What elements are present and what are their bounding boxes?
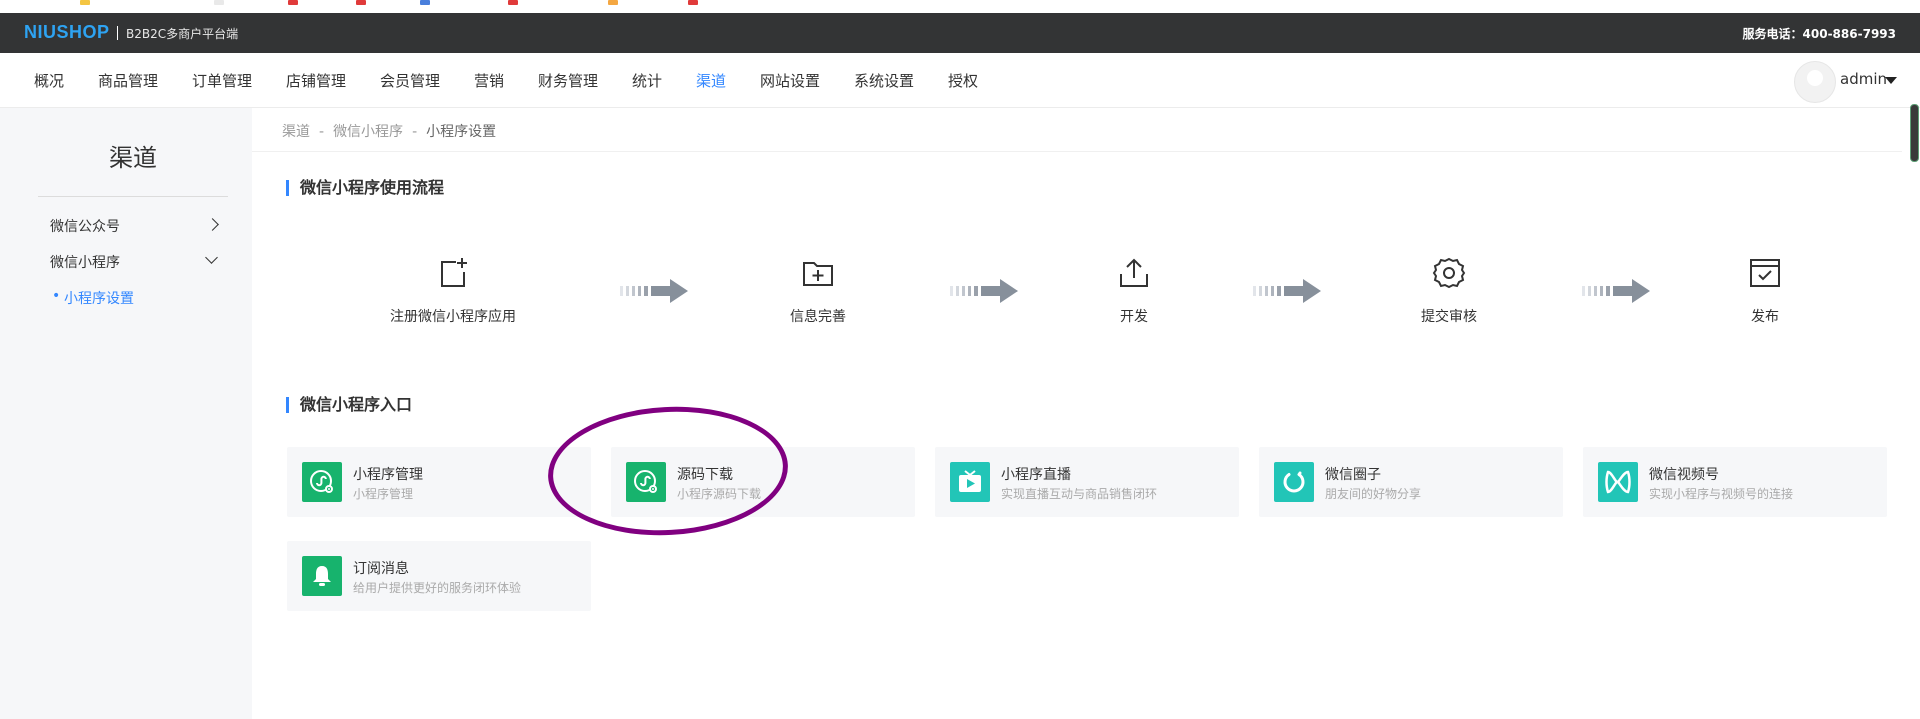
entry-card-miniprogram-management[interactable]: 小程序管理 小程序管理	[287, 447, 591, 517]
caret-down-icon[interactable]	[1885, 77, 1897, 84]
entry-card-video-channel[interactable]: 微信视频号 实现小程序与视频号的连接	[1583, 447, 1887, 517]
bell-icon	[302, 556, 342, 596]
entry-card-source-download[interactable]: 源码下载 小程序源码下载	[611, 447, 915, 517]
flow-step-label: 注册微信小程序应用	[390, 309, 516, 325]
video-channel-icon	[1598, 462, 1638, 502]
gear-icon	[1432, 257, 1466, 289]
entry-card-title: 订阅消息	[353, 561, 409, 577]
service-hotline: 服务电话：400-886-7993	[1742, 27, 1896, 41]
nav-item-finance[interactable]: 财务管理	[538, 70, 598, 91]
entry-card-title: 小程序管理	[353, 467, 423, 483]
entry-card-title: 源码下载	[677, 467, 733, 483]
register-app-icon	[441, 258, 467, 287]
breadcrumb-current: 小程序设置	[426, 124, 497, 140]
nav-item-members[interactable]: 会员管理	[380, 70, 440, 91]
nav-item-website-settings[interactable]: 网站设置	[760, 70, 820, 91]
niushop-logo[interactable]: NIUSHOP	[24, 22, 110, 43]
flow-step-develop: 开发	[1034, 256, 1234, 325]
scrollbar-track[interactable]	[1908, 108, 1920, 719]
entry-card-wechat-circle[interactable]: 微信圈子 朋友间的好物分享	[1259, 447, 1563, 517]
circle-refresh-icon	[1274, 462, 1314, 502]
entry-card-desc: 小程序管理	[353, 487, 414, 501]
breadcrumb-separator: -	[319, 124, 325, 140]
breadcrumb-link-miniprogram[interactable]: 微信小程序	[333, 124, 403, 140]
entry-card-miniprogram-live[interactable]: 小程序直播 实现直播互动与商品销售闭环	[935, 447, 1239, 517]
nav-item-channels[interactable]: 渠道	[696, 70, 726, 91]
breadcrumb: 渠道 - 微信小程序 - 小程序设置	[282, 121, 496, 141]
top-header: NIUSHOP B2B2C多商户平台端 服务电话：400-886-7993	[0, 13, 1920, 53]
flow-step-register: 注册微信小程序应用	[353, 256, 553, 325]
flow-step-label: 提交审核	[1421, 309, 1477, 325]
entry-card-desc: 朋友间的好物分享	[1325, 487, 1422, 501]
scrollbar-thumb[interactable]	[1910, 104, 1919, 162]
arrow-right-icon	[1253, 279, 1321, 303]
avatar[interactable]	[1794, 61, 1836, 103]
breadcrumb-link-channels[interactable]: 渠道	[282, 124, 310, 140]
flow-step-submit-review: 提交审核	[1349, 256, 1549, 325]
miniprogram-settings-icon	[626, 462, 666, 502]
nav-item-overview[interactable]: 概况	[34, 70, 64, 91]
admin-username[interactable]: admin	[1840, 70, 1887, 88]
arrow-right-icon	[1582, 279, 1650, 303]
flow-step-label: 信息完善	[790, 309, 846, 325]
miniprogram-settings-icon	[302, 462, 342, 502]
entry-card-desc: 实现小程序与视频号的连接	[1649, 487, 1794, 501]
flow-section-title: 微信小程序使用流程	[286, 180, 444, 196]
arrow-right-icon	[620, 279, 688, 303]
arrow-right-icon	[950, 279, 1018, 303]
chevron-right-icon[interactable]	[206, 218, 219, 231]
entry-card-title: 小程序直播	[1001, 467, 1071, 483]
browser-tab-strip	[0, 0, 1920, 13]
platform-name: B2B2C多商户平台端	[126, 27, 239, 41]
entry-card-subscribe-message[interactable]: 订阅消息 给用户提供更好的服务闭环体验	[287, 541, 591, 611]
upload-icon	[1120, 258, 1148, 287]
breadcrumb-divider	[252, 151, 1902, 152]
sidebar: 渠道 微信公众号 微信小程序 小程序设置	[0, 108, 252, 719]
logo-divider	[117, 26, 118, 40]
sidebar-item-wechat-miniprogram[interactable]: 微信小程序	[50, 252, 120, 272]
nav-item-shops[interactable]: 店铺管理	[286, 70, 346, 91]
folder-add-icon	[803, 262, 833, 286]
sidebar-item-label: 微信公众号	[50, 219, 120, 235]
nav-item-license[interactable]: 授权	[948, 70, 978, 91]
nav-item-goods[interactable]: 商品管理	[98, 70, 158, 91]
nav-item-system-settings[interactable]: 系统设置	[854, 70, 914, 91]
sidebar-item-wechat-official[interactable]: 微信公众号	[50, 216, 120, 236]
entries-section-title: 微信小程序入口	[286, 397, 412, 413]
flow-step-label: 开发	[1120, 309, 1148, 325]
sidebar-divider	[38, 196, 228, 197]
entry-card-title: 微信圈子	[1325, 467, 1381, 483]
flow-step-publish: 发布	[1665, 256, 1865, 325]
calendar-check-icon	[1750, 259, 1780, 287]
chevron-down-icon[interactable]	[205, 251, 218, 264]
live-tv-icon	[950, 462, 990, 502]
sidebar-title: 渠道	[109, 144, 157, 172]
nav-item-orders[interactable]: 订单管理	[192, 70, 252, 91]
main-nav: 概况 商品管理 订单管理 店铺管理 会员管理 营销 财务管理 统计 渠道 网站设…	[0, 53, 1920, 108]
entry-card-desc: 小程序源码下载	[677, 487, 762, 501]
flow-step-info: 信息完善	[718, 256, 918, 325]
nav-item-marketing[interactable]: 营销	[474, 70, 504, 91]
flow-step-label: 发布	[1751, 309, 1779, 325]
sidebar-subitem-miniprogram-settings[interactable]: 小程序设置	[52, 288, 134, 308]
entry-card-desc: 给用户提供更好的服务闭环体验	[353, 581, 522, 595]
breadcrumb-separator: -	[412, 124, 418, 140]
entry-card-desc: 实现直播互动与商品销售闭环	[1001, 487, 1158, 501]
entry-card-title: 微信视频号	[1649, 467, 1719, 483]
sidebar-item-label: 微信小程序	[50, 255, 120, 271]
nav-item-statistics[interactable]: 统计	[632, 70, 662, 91]
